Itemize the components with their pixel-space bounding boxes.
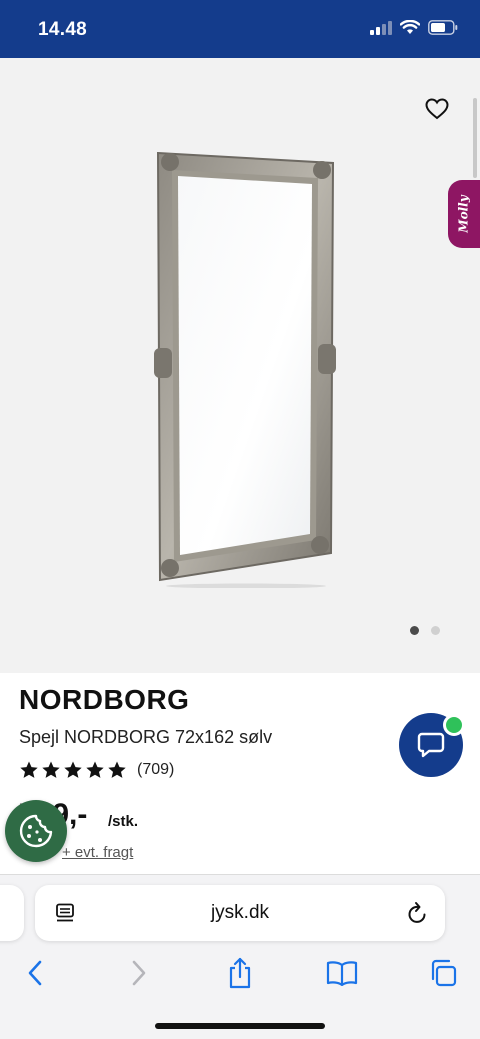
- gallery-dot-1[interactable]: [410, 626, 419, 635]
- browser-toolbar: jysk.dk: [0, 874, 480, 1039]
- address-bar[interactable]: jysk.dk: [35, 885, 445, 941]
- previous-tab-preview[interactable]: [0, 885, 24, 941]
- review-count: (709): [137, 761, 175, 778]
- molly-tab-label: Molly: [457, 195, 472, 233]
- scroll-indicator: [473, 98, 477, 178]
- star-icon: [64, 761, 82, 778]
- back-button[interactable]: [17, 955, 53, 991]
- status-time: 14.48: [38, 19, 88, 40]
- favorite-button[interactable]: [420, 94, 454, 124]
- heart-icon: [425, 98, 449, 120]
- status-icons: [370, 20, 458, 35]
- battery-icon: [428, 20, 458, 35]
- star-icon: [20, 761, 38, 778]
- product-rating[interactable]: (709): [19, 760, 174, 780]
- cellular-signal-icon: [370, 20, 392, 35]
- star-icon: [108, 761, 126, 778]
- chevron-right-icon: [132, 960, 146, 986]
- tabs-button[interactable]: [425, 955, 461, 991]
- freight-info-link[interactable]: + evt. fragt: [62, 844, 133, 861]
- bookmarks-button[interactable]: [324, 955, 360, 991]
- share-icon: [229, 957, 251, 989]
- chevron-left-icon: [28, 960, 42, 986]
- molly-assistant-tab[interactable]: Molly: [448, 180, 480, 248]
- reload-icon[interactable]: [407, 901, 429, 925]
- cookie-settings-button[interactable]: [5, 800, 67, 862]
- star-icon: [42, 761, 60, 778]
- star-icon: [86, 761, 104, 778]
- product-name: Spejl NORDBORG 72x162 sølv: [19, 727, 273, 747]
- product-brand: NORDBORG: [19, 684, 190, 715]
- product-image-gallery[interactable]: Molly: [0, 58, 480, 673]
- product-photo-mirror: [154, 151, 336, 588]
- gallery-pagination: [410, 626, 440, 635]
- browser-nav-row: [0, 955, 480, 995]
- book-icon: [326, 961, 358, 986]
- url-text: jysk.dk: [210, 902, 270, 923]
- forward-button[interactable]: [121, 955, 157, 991]
- wifi-icon: [400, 20, 420, 34]
- price-unit: /stk.: [108, 813, 139, 830]
- cookie-icon: [19, 814, 53, 848]
- status-bar: 14.48: [0, 0, 480, 58]
- tabs-icon: [431, 959, 457, 987]
- gallery-dot-2[interactable]: [431, 626, 440, 635]
- chat-online-indicator: [443, 714, 465, 736]
- home-indicator: [155, 1023, 325, 1029]
- share-button[interactable]: [222, 955, 258, 991]
- chat-bubble-icon: [417, 732, 445, 758]
- screen: 14.48 Molly NORDBORG Spejl NORDBORG 72x1…: [0, 0, 480, 1039]
